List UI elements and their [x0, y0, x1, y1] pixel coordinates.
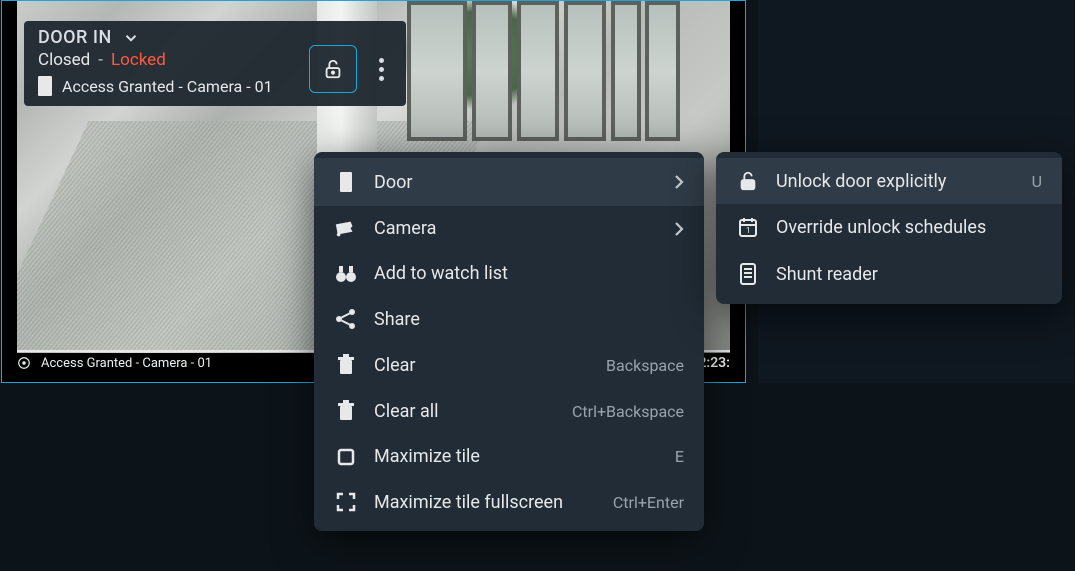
- maximize-icon: [334, 447, 358, 467]
- chevron-right-icon: [674, 174, 684, 190]
- menu-shortcut: Backspace: [606, 356, 684, 375]
- reader-icon: [736, 262, 760, 286]
- menu-label: Unlock door explicitly: [776, 171, 1016, 192]
- menu-shortcut: U: [1032, 172, 1042, 191]
- timeline-label: Access Granted - Camera - 01: [41, 356, 212, 371]
- menu-item-clear-all[interactable]: Clear all Ctrl+Backspace: [314, 388, 704, 434]
- menu-item-maximize[interactable]: Maximize tile E: [314, 434, 704, 479]
- trash-icon: [334, 400, 358, 422]
- menu-label: Shunt reader: [776, 264, 1042, 285]
- menu-label: Clear all: [374, 401, 556, 422]
- menu-item-share[interactable]: Share: [314, 296, 704, 342]
- door-icon: [38, 76, 52, 96]
- unlock-button[interactable]: [309, 45, 357, 93]
- menu-shortcut: Ctrl+Backspace: [572, 402, 684, 421]
- context-submenu-door: Unlock door explicitly U 1 Override unlo…: [716, 152, 1062, 304]
- share-icon: [334, 308, 358, 330]
- menu-shortcut: Ctrl+Enter: [613, 493, 684, 512]
- camera-badge-icon: [17, 356, 31, 370]
- menu-label: Maximize tile: [374, 446, 659, 467]
- door-icon: [334, 170, 358, 194]
- calendar-icon: 1: [736, 216, 760, 238]
- menu-label: Maximize tile fullscreen: [374, 492, 597, 513]
- menu-label: Add to watch list: [374, 263, 684, 284]
- camera-icon: [334, 220, 358, 238]
- tile-overlay: DOOR IN Closed - Locked Access Granted -…: [24, 21, 406, 106]
- submenu-item-override-schedules[interactable]: 1 Override unlock schedules: [716, 204, 1062, 250]
- access-label: Access Granted - Camera - 01: [62, 77, 273, 96]
- svg-text:1: 1: [746, 226, 751, 235]
- menu-label: Door: [374, 172, 658, 193]
- menu-label: Camera: [374, 218, 658, 239]
- door-state-locked: Locked: [111, 50, 166, 70]
- unlock-icon: [736, 170, 760, 192]
- submenu-item-shunt-reader[interactable]: Shunt reader: [716, 250, 1062, 298]
- tile-title: DOOR IN: [38, 27, 112, 48]
- menu-item-camera[interactable]: Camera: [314, 206, 704, 251]
- menu-item-add-watchlist[interactable]: Add to watch list: [314, 251, 704, 296]
- menu-label: Override unlock schedules: [776, 217, 1042, 238]
- submenu-item-unlock-explicitly[interactable]: Unlock door explicitly U: [716, 158, 1062, 204]
- menu-item-clear[interactable]: Clear Backspace: [314, 342, 704, 388]
- chevron-down-icon[interactable]: [122, 29, 140, 47]
- context-menu: Door Camera Add to watch list Share Clea…: [314, 152, 704, 531]
- menu-shortcut: E: [675, 447, 684, 466]
- fullscreen-icon: [334, 491, 358, 513]
- chevron-right-icon: [674, 221, 684, 237]
- menu-label: Clear: [374, 355, 590, 376]
- binoculars-icon: [334, 264, 358, 284]
- status-separator: -: [98, 50, 103, 70]
- menu-item-maximize-fullscreen[interactable]: Maximize tile fullscreen Ctrl+Enter: [314, 479, 704, 525]
- more-menu-button[interactable]: [371, 50, 392, 89]
- menu-item-door[interactable]: Door: [314, 158, 704, 206]
- door-state-closed: Closed: [38, 50, 90, 70]
- trash-icon: [334, 354, 358, 376]
- menu-label: Share: [374, 309, 684, 330]
